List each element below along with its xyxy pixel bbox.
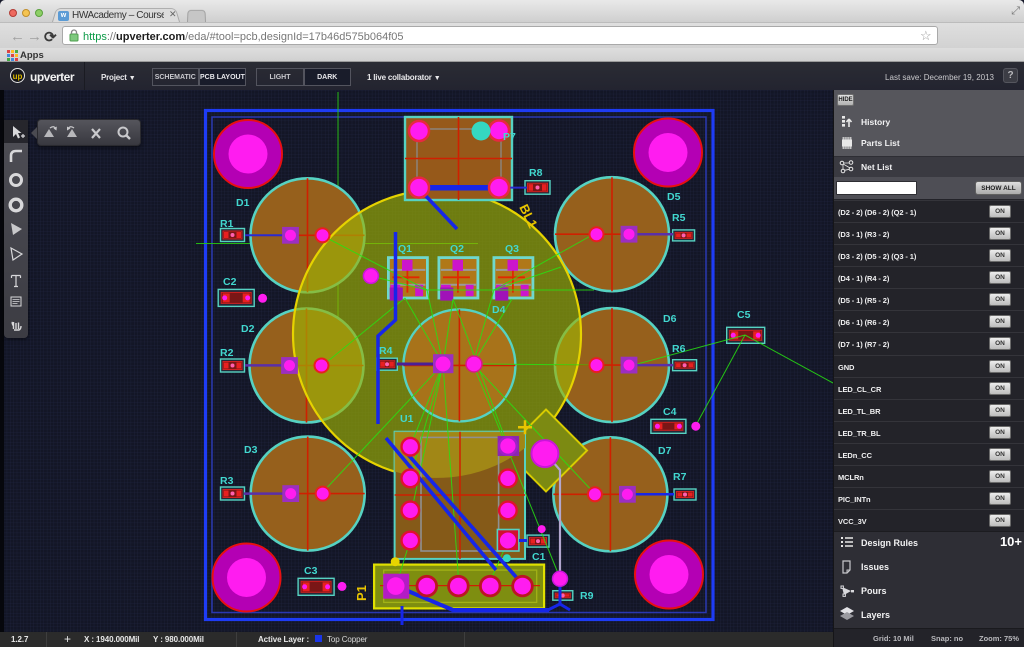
svg-text:P1: P1 [354, 585, 369, 601]
svg-text:R8: R8 [529, 167, 543, 179]
svg-text:D3: D3 [244, 444, 258, 456]
svg-text:C1: C1 [532, 551, 546, 563]
svg-text:D5: D5 [667, 191, 681, 203]
svg-text:U1: U1 [400, 413, 414, 425]
svg-text:Q3: Q3 [505, 243, 519, 255]
svg-text:R9: R9 [580, 590, 594, 602]
svg-text:R2: R2 [220, 347, 234, 359]
svg-text:Q1: Q1 [398, 243, 412, 255]
svg-text:R7: R7 [673, 471, 687, 483]
svg-text:R5: R5 [672, 212, 686, 224]
svg-text:C3: C3 [304, 565, 318, 577]
svg-text:R4: R4 [379, 345, 393, 357]
svg-text:R1: R1 [220, 218, 234, 230]
svg-text:Q2: Q2 [450, 243, 464, 255]
svg-text:C4: C4 [663, 406, 677, 418]
svg-text:C5: C5 [737, 309, 751, 321]
svg-text:D7: D7 [658, 445, 672, 457]
svg-text:R6: R6 [672, 343, 686, 355]
svg-text:D4: D4 [492, 304, 506, 316]
svg-text:D2: D2 [241, 323, 255, 335]
svg-text:D1: D1 [236, 197, 250, 209]
svg-text:R3: R3 [220, 475, 234, 487]
svg-text:C2: C2 [223, 276, 237, 288]
svg-text:P7: P7 [503, 131, 516, 143]
svg-text:D6: D6 [663, 313, 677, 325]
